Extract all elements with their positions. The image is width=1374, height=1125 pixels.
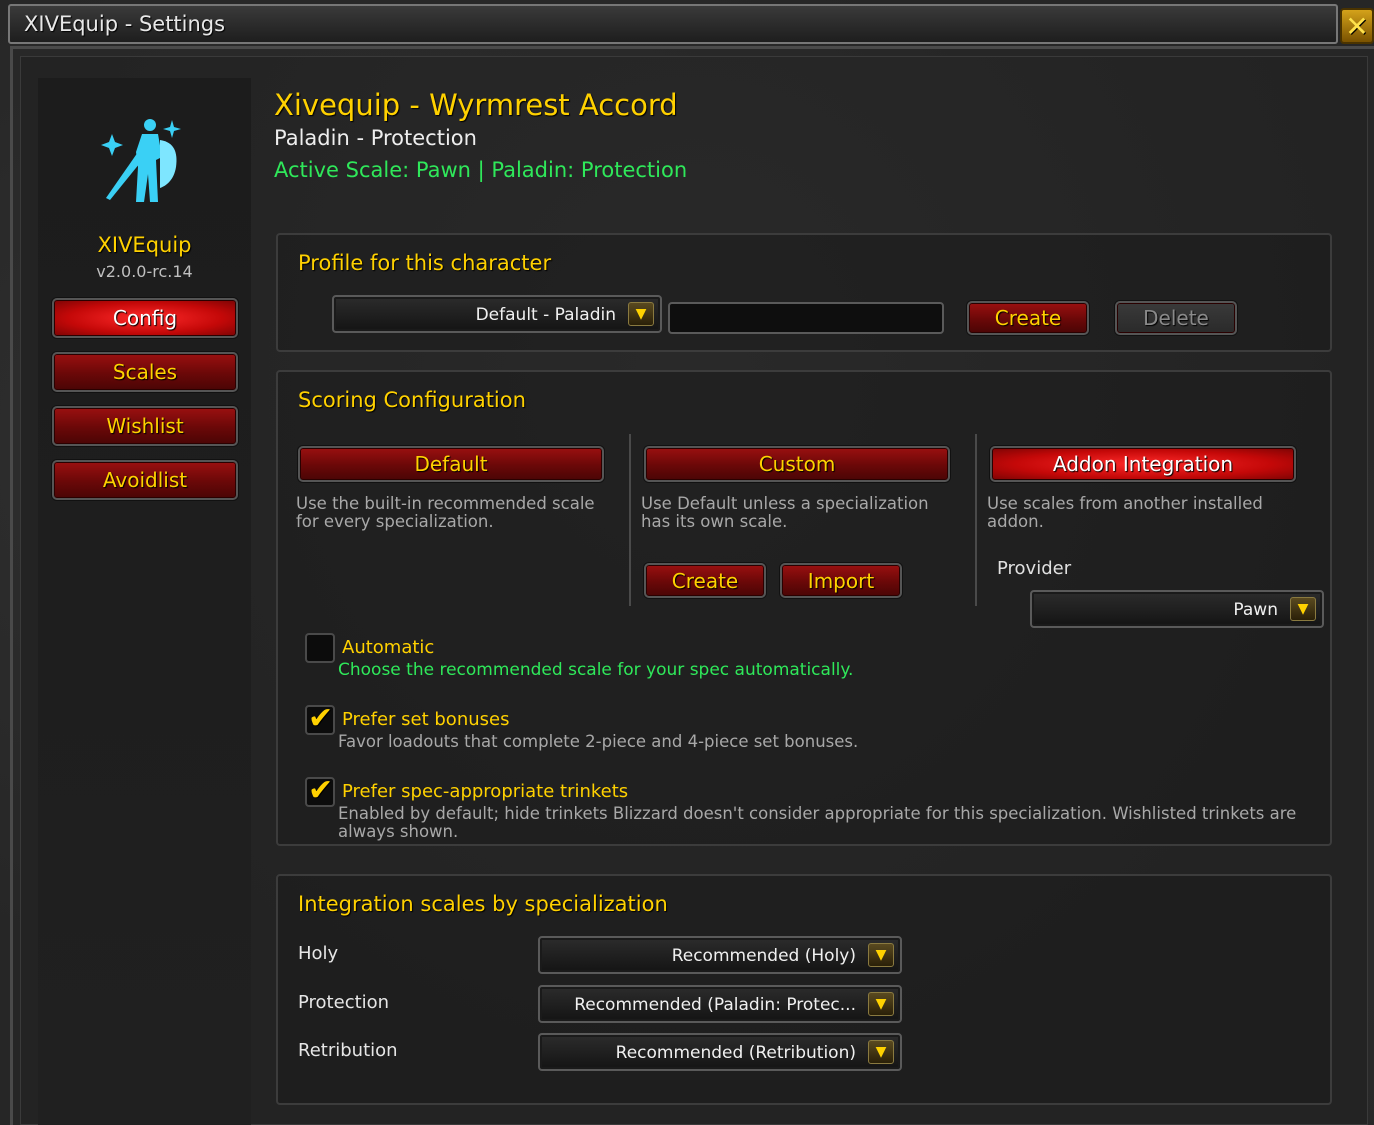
nav-label: Wishlist [106,414,184,438]
prefer-trinkets-description: Enabled by default; hide trinkets Blizza… [338,804,1297,841]
chevron-down-icon[interactable]: ▼ [868,943,894,967]
nav-wishlist-button[interactable]: Wishlist [52,406,238,446]
chevron-down-icon[interactable]: ▼ [628,302,654,326]
spec-retribution-dropdown[interactable]: Recommended (Retribution) ▼ [538,1033,902,1071]
chevron-down-icon[interactable]: ▼ [868,992,894,1016]
settings-window: XIVEquip - Settings ✕ XIVEquip v2.0.0-rc… [0,0,1374,1125]
spec-retribution-label: Retribution [298,1040,398,1061]
nav-scales-button[interactable]: Scales [52,352,238,392]
button-label: Custom [758,452,836,476]
dropdown-value: Recommended (Retribution) [615,1043,856,1063]
spec-holy-dropdown[interactable]: Recommended (Holy) ▼ [538,936,902,974]
automatic-label[interactable]: Automatic [342,637,434,658]
dropdown-value: Default - Paladin [475,305,616,325]
provider-label: Provider [997,558,1072,579]
button-label: Delete [1143,306,1209,330]
chevron-down-icon[interactable]: ▼ [1290,597,1316,621]
spec-protection-label: Protection [298,992,390,1013]
prefer-set-bonuses-description: Favor loadouts that complete 2-piece and… [338,732,859,751]
profile-dropdown[interactable]: Default - Paladin ▼ [332,295,662,333]
button-label: Addon Integration [1052,452,1234,476]
prefer-trinkets-label[interactable]: Prefer spec-appropriate trinkets [342,781,628,802]
active-scale-status: Active Scale: Pawn | Paladin: Protection [274,158,688,182]
nav-avoidlist-button[interactable]: Avoidlist [52,460,238,500]
spec-holy-label: Holy [298,943,339,964]
paladin-logo-icon [101,119,181,202]
nav-label: Config [112,306,178,330]
app-version: v2.0.0-rc.14 [96,262,193,281]
app-name: XIVEquip [97,233,192,257]
profile-name-input[interactable] [668,302,944,334]
button-label: Create [671,568,739,593]
mode-addon-integration-button[interactable]: Addon Integration [990,446,1296,482]
column-divider [975,434,977,606]
prefer-set-bonuses-label[interactable]: Prefer set bonuses [342,709,509,730]
button-label: Default [414,452,488,476]
provider-dropdown[interactable]: Pawn ▼ [1030,590,1324,628]
mode-default-button[interactable]: Default [298,446,604,482]
mode-default-description: Use the built-in recommended scale for e… [296,494,595,531]
button-label: Import [807,568,875,593]
automatic-description: Choose the recommended scale for your sp… [338,660,854,680]
nav-label: Scales [112,360,178,384]
prefer-set-bonuses-checkbox[interactable]: ✔ [305,701,335,736]
mode-custom-button[interactable]: Custom [644,446,950,482]
nav-config-button[interactable]: Config [52,298,238,338]
nav-label: Avoidlist [102,468,188,492]
custom-import-button[interactable]: Import [780,563,902,598]
button-label: Create [994,306,1062,330]
check-icon: ✔ [308,701,334,736]
check-icon: ✔ [308,773,334,808]
profile-delete-button[interactable]: Delete [1115,301,1237,335]
chevron-down-icon[interactable]: ▼ [868,1040,894,1064]
dropdown-value: Pawn [1233,600,1278,620]
title-bar[interactable]: XIVEquip - Settings [8,4,1338,44]
page-title: Xivequip - Wyrmrest Accord [274,88,678,122]
profile-section-title: Profile for this character [298,251,552,275]
close-button[interactable]: ✕ [1340,8,1374,44]
custom-create-button[interactable]: Create [644,563,766,598]
column-divider [629,434,631,606]
close-icon: ✕ [1345,9,1369,43]
prefer-trinkets-checkbox[interactable]: ✔ [305,773,335,808]
character-spec: Paladin - Protection [274,126,477,150]
scoring-section-title: Scoring Configuration [298,388,526,412]
window-title: XIVEquip - Settings [24,12,226,36]
dropdown-value: Recommended (Paladin: Protec... [574,995,856,1015]
integration-section-title: Integration scales by specialization [298,892,668,916]
spec-protection-dropdown[interactable]: Recommended (Paladin: Protec... ▼ [538,985,902,1023]
mode-custom-description: Use Default unless a specialization has … [641,494,929,531]
automatic-checkbox[interactable] [305,633,335,663]
mode-addon-description: Use scales from another installed addon. [987,494,1263,531]
profile-create-button[interactable]: Create [967,301,1089,335]
dropdown-value: Recommended (Holy) [671,946,856,966]
